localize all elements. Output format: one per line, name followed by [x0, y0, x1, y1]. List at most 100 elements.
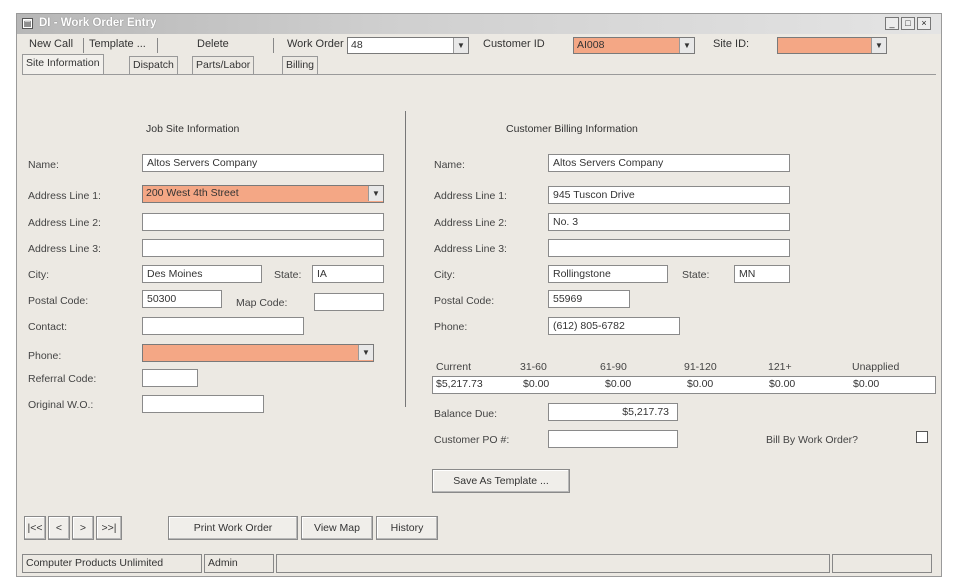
toolbar-separator [273, 38, 274, 53]
bill-addr3-field[interactable] [548, 239, 790, 257]
site-postal-field[interactable]: 50300 [142, 290, 222, 308]
aging-header-61-90: 61-90 [600, 361, 627, 373]
site-name-field[interactable]: Altos Servers Company [142, 154, 384, 172]
status-panel-empty [276, 554, 830, 573]
close-button[interactable]: × [917, 17, 931, 30]
aging-header-91-120: 91-120 [684, 361, 717, 373]
new-call-button[interactable]: New Call [29, 38, 73, 50]
map-code-label: Map Code: [236, 297, 288, 309]
original-wo-label: Original W.O.: [28, 399, 94, 411]
bill-name-field[interactable]: Altos Servers Company [548, 154, 790, 172]
chevron-down-icon[interactable]: ▼ [679, 38, 694, 53]
aging-header-current: Current [436, 361, 472, 373]
maximize-button[interactable]: □ [901, 17, 915, 30]
last-record-button[interactable]: >>| [96, 516, 122, 540]
first-record-button[interactable]: |<< [24, 516, 46, 540]
balance-due-label: Balance Due: [434, 408, 498, 420]
site-addr1-select[interactable]: 200 West 4th Street ▼ [142, 185, 384, 203]
chevron-down-icon[interactable]: ▼ [358, 345, 373, 360]
aging-header-unapplied: Unapplied [852, 361, 900, 373]
bill-phone-label: Phone: [434, 321, 468, 333]
aging-value-61-90: $0.00 [605, 378, 632, 390]
save-as-template-button[interactable]: Save As Template ... [432, 469, 570, 493]
status-user: Admin [204, 554, 274, 573]
map-code-field[interactable] [314, 293, 384, 311]
referral-code-label: Referral Code: [28, 373, 97, 385]
site-postal-label: Postal Code: [28, 295, 89, 307]
bill-postal-field[interactable]: 55969 [548, 290, 630, 308]
bill-postal-label: Postal Code: [434, 295, 495, 307]
bill-addr1-field[interactable]: 945 Tuscon Drive [548, 186, 790, 204]
site-city-label: City: [28, 269, 49, 281]
bill-addr2-field[interactable]: No. 3 [548, 213, 790, 231]
aging-value-121-plus: $0.00 [769, 378, 796, 390]
previous-record-button[interactable]: < [48, 516, 70, 540]
chevron-down-icon[interactable]: ▼ [368, 186, 383, 201]
site-addr3-field[interactable] [142, 239, 384, 257]
work-order-window: ▤ DI - Work Order Entry _ □ × New Call T… [16, 13, 942, 577]
contact-field[interactable] [142, 317, 304, 335]
bill-by-work-order-label: Bill By Work Order? [766, 434, 858, 446]
tab-site-information[interactable]: Site Information [22, 54, 104, 74]
work-order-value: 48 [351, 39, 363, 51]
site-phone-label: Phone: [28, 350, 62, 362]
toolbar-separator [83, 38, 84, 53]
print-work-order-button[interactable]: Print Work Order [168, 516, 298, 540]
site-id-select[interactable]: ▼ [777, 37, 887, 54]
job-site-header: Job Site Information [146, 123, 240, 135]
contact-label: Contact: [28, 321, 68, 333]
site-name-label: Name: [28, 159, 59, 171]
customer-id-select[interactable]: AI008 ▼ [573, 37, 695, 54]
site-city-field[interactable]: Des Moines [142, 265, 262, 283]
status-company: Computer Products Unlimited [22, 554, 202, 573]
referral-code-field[interactable] [142, 369, 198, 387]
site-state-field[interactable]: IA [312, 265, 384, 283]
site-state-label: State: [274, 269, 302, 281]
bill-by-work-order-checkbox[interactable] [916, 431, 928, 443]
tab-dispatch[interactable]: Dispatch [129, 56, 178, 74]
chevron-down-icon[interactable]: ▼ [453, 38, 468, 53]
site-addr3-label: Address Line 3: [28, 243, 101, 255]
aging-value-31-60: $0.00 [523, 378, 550, 390]
bill-name-label: Name: [434, 159, 465, 171]
tab-billing[interactable]: Billing [282, 56, 319, 74]
toolbar: New Call Template ... Delete Work Order … [17, 36, 941, 55]
aging-value-unapplied: $0.00 [853, 378, 880, 390]
aging-values-row: $5,217.73 $0.00 $0.00 $0.00 $0.00 $0.00 [432, 376, 936, 394]
bill-addr3-label: Address Line 3: [434, 243, 507, 255]
app-icon[interactable]: ▤ [22, 18, 33, 29]
history-button[interactable]: History [376, 516, 438, 540]
site-id-label: Site ID: [713, 38, 750, 50]
bill-state-label: State: [682, 269, 710, 281]
tab-parts-labor[interactable]: Parts/Labor [192, 56, 255, 74]
aging-header-121-plus: 121+ [768, 361, 792, 373]
aging-value-91-120: $0.00 [687, 378, 714, 390]
work-order-label: Work Order [287, 38, 344, 50]
bill-state-field[interactable]: MN [734, 265, 790, 283]
customer-id-value: AI008 [577, 39, 605, 51]
delete-button[interactable]: Delete [197, 38, 229, 50]
site-addr1-label: Address Line 1: [28, 190, 101, 202]
bill-city-field[interactable]: Rollingstone [548, 265, 668, 283]
bill-addr1-label: Address Line 1: [434, 190, 507, 202]
site-phone-select[interactable]: ▼ [142, 344, 374, 362]
customer-po-field[interactable] [548, 430, 678, 448]
chevron-down-icon[interactable]: ▼ [871, 38, 886, 53]
template-button[interactable]: Template ... [89, 38, 146, 50]
aging-value-current: $5,217.73 [436, 378, 483, 390]
column-divider [405, 111, 406, 407]
bill-phone-field[interactable]: (612) 805-6782 [548, 317, 680, 335]
minimize-button[interactable]: _ [885, 17, 899, 30]
work-order-select[interactable]: 48 ▼ [347, 37, 469, 54]
aging-header-31-60: 31-60 [520, 361, 547, 373]
original-wo-field[interactable] [142, 395, 264, 413]
next-record-button[interactable]: > [72, 516, 94, 540]
billing-header: Customer Billing Information [506, 123, 638, 135]
site-addr2-label: Address Line 2: [28, 217, 101, 229]
bill-addr2-label: Address Line 2: [434, 217, 507, 229]
bill-city-label: City: [434, 269, 455, 281]
title-bar[interactable]: ▤ DI - Work Order Entry _ □ × [17, 14, 941, 34]
site-addr2-field[interactable] [142, 213, 384, 231]
view-map-button[interactable]: View Map [301, 516, 373, 540]
customer-id-label: Customer ID [483, 38, 545, 50]
